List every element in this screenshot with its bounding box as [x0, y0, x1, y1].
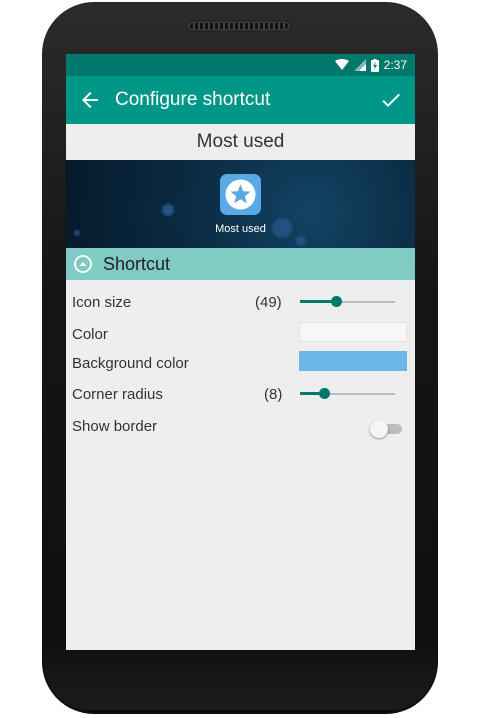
screen: 2:37 Configure shortcut Most used Most u…	[66, 54, 415, 650]
show-border-label: Show border	[72, 418, 158, 435]
section-title: Shortcut	[103, 254, 171, 274]
color-label: Color	[72, 326, 108, 343]
chevron-up-circle-icon	[74, 255, 92, 273]
corner-radius-value: (8)	[264, 386, 283, 403]
slider-thumb[interactable]	[319, 388, 330, 399]
app-bar: Configure shortcut	[66, 76, 415, 124]
status-time: 2:37	[383, 58, 407, 72]
shortcut-label: Most used	[215, 223, 266, 235]
color-swatch[interactable]	[299, 322, 407, 342]
icon-size-slider[interactable]	[300, 292, 395, 312]
status-bar: 2:37	[66, 54, 415, 76]
corner-radius-label: Corner radius	[72, 386, 163, 403]
shortcut-preview: Most used	[66, 160, 415, 248]
arrow-back-icon[interactable]	[78, 88, 102, 112]
signal-icon	[353, 59, 366, 71]
icon-size-label: Icon size	[72, 294, 132, 311]
check-icon[interactable]	[379, 88, 403, 112]
bokeh-light	[162, 204, 174, 216]
battery-charging-icon	[370, 58, 379, 72]
preview-title: Most used	[66, 124, 415, 160]
bokeh-light	[296, 236, 306, 246]
wifi-icon	[334, 59, 349, 70]
toggle-knob	[370, 420, 388, 438]
background-color-swatch[interactable]	[299, 351, 407, 371]
page-title: Configure shortcut	[115, 89, 271, 110]
corner-radius-slider[interactable]	[300, 384, 395, 404]
background-color-label: Background color	[72, 355, 189, 372]
bokeh-light	[74, 230, 80, 236]
show-border-toggle[interactable]	[370, 419, 402, 439]
icon-size-value: (49)	[255, 294, 282, 311]
earpiece-grille	[190, 23, 288, 29]
section-header-shortcut[interactable]: Shortcut	[66, 248, 415, 280]
shortcut-icon	[220, 174, 261, 215]
slider-thumb[interactable]	[331, 296, 342, 307]
phone-frame-bottom	[44, 650, 436, 710]
star-icon	[225, 179, 256, 210]
